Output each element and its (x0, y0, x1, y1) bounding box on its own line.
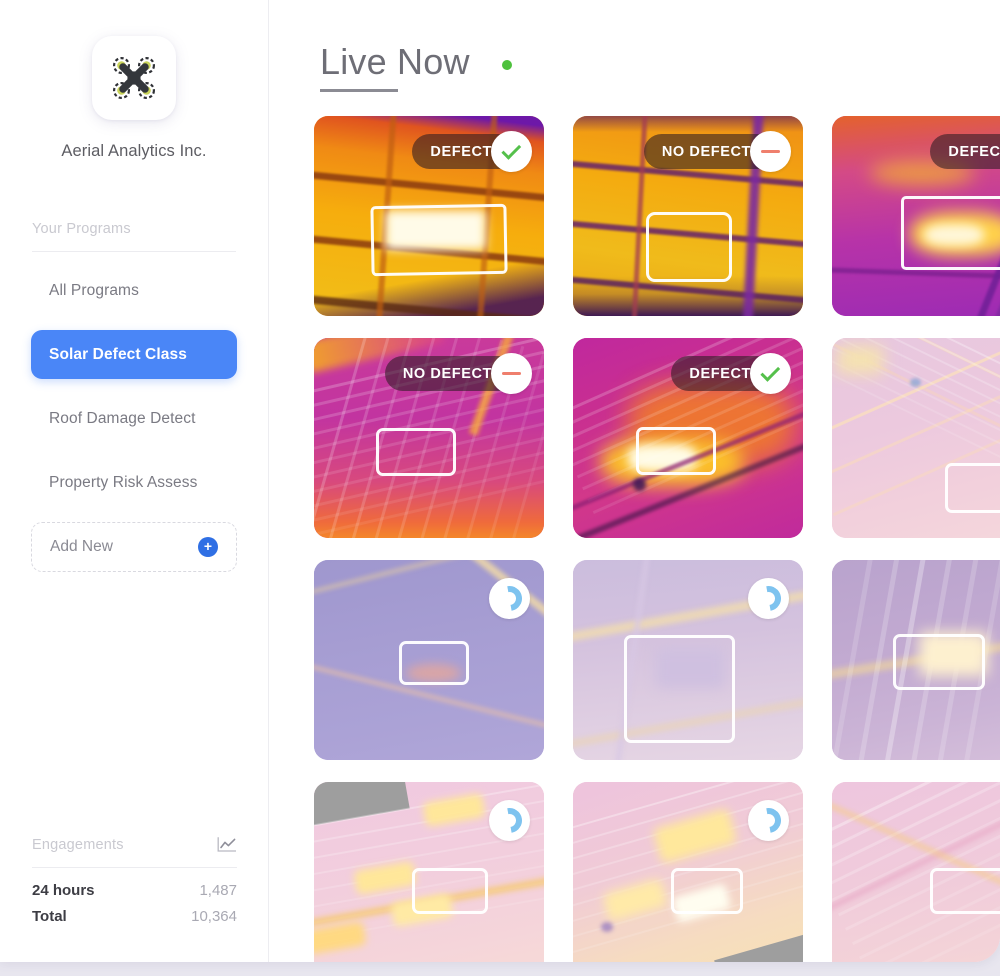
live-card-grid: DEFECT NO DEFECT DEFEC NO DEFECT DEFECT (314, 116, 1000, 962)
app-sheet: Aerial Analytics Inc. Your Programs All … (0, 0, 1000, 962)
live-card[interactable] (832, 782, 1000, 962)
live-status-dot (501, 59, 512, 70)
page-title: Live Now (320, 41, 470, 92)
sidebar-item-label: Property Risk Assess (49, 473, 198, 491)
program-nav: All Programs Solar Defect Class Roof Dam… (0, 266, 268, 507)
engagements-title: Engagements (32, 836, 124, 853)
detection-bounding-box (671, 868, 743, 914)
status-badge-label: NO DEFECT (661, 143, 751, 160)
live-card[interactable] (573, 560, 803, 760)
sidebar-item-property-risk-assess[interactable]: Property Risk Assess (31, 458, 237, 507)
sidebar-item-solar-defect-class[interactable]: Solar Defect Class (31, 330, 237, 379)
status-badge: DEFECT (930, 134, 1000, 169)
detection-bounding-box (930, 868, 1000, 914)
live-card[interactable]: DEFECT (832, 116, 1000, 316)
detection-bounding-box (646, 212, 732, 282)
spinner-icon (489, 800, 530, 841)
live-card[interactable]: NO DEFECT (314, 338, 544, 538)
live-card[interactable] (573, 782, 803, 962)
live-card[interactable] (832, 338, 1000, 538)
section-divider (32, 251, 236, 252)
detection-bounding-box (376, 428, 456, 476)
sidebar-item-label: Roof Damage Detect (49, 409, 196, 427)
engagements-row-value: 1,487 (199, 882, 237, 899)
sidebar-item-roof-damage-detect[interactable]: Roof Damage Detect (31, 394, 237, 443)
live-card[interactable]: DEFECT (573, 338, 803, 538)
brand-block: Aerial Analytics Inc. (0, 0, 268, 161)
engagements-panel: Engagements 24 hours 1,487 Total 10,364 (0, 836, 269, 934)
spinner-icon (748, 578, 789, 619)
sidebar-item-label: All Programs (49, 281, 139, 299)
status-badge-label: NO DEFECT (402, 365, 492, 382)
minus-icon (750, 131, 791, 172)
check-icon (491, 131, 532, 172)
page-header: Live Now (269, 0, 1000, 92)
engagements-header: Engagements (32, 836, 237, 853)
engagements-row-value: 10,364 (191, 908, 237, 925)
live-card[interactable] (314, 560, 544, 760)
status-badge-label: DEFECT (689, 365, 751, 382)
engagements-row-total: Total 10,364 (32, 908, 237, 925)
status-badge: NO DEFECT (643, 131, 791, 172)
add-new-button[interactable]: Add New + (31, 522, 237, 572)
drone-icon (92, 36, 176, 120)
status-badge: NO DEFECT (384, 353, 532, 394)
brand-name: Aerial Analytics Inc. (61, 142, 207, 160)
sidebar: Aerial Analytics Inc. Your Programs All … (0, 0, 269, 962)
detection-bounding-box (399, 641, 469, 685)
detection-bounding-box (893, 634, 985, 690)
add-new-label: Add New (50, 538, 113, 555)
title-underline (320, 89, 398, 92)
sidebar-item-all-programs[interactable]: All Programs (31, 266, 237, 315)
plus-icon[interactable]: + (198, 537, 218, 557)
status-badge-label: DEFECT (948, 143, 1000, 160)
main-content: Live Now DEFECT NO DEFECT DEFEC NO DEFEC… (269, 0, 1000, 962)
detection-bounding-box (370, 203, 508, 277)
detection-bounding-box (412, 868, 488, 914)
page-title-text: Live Now (320, 41, 470, 82)
detection-bounding-box (624, 635, 735, 743)
live-card[interactable] (832, 560, 1000, 760)
line-chart-icon[interactable] (217, 836, 237, 853)
engagements-row-key: Total (32, 908, 67, 925)
detection-bounding-box (945, 463, 1000, 513)
sidebar-item-label: Solar Defect Class (49, 345, 187, 363)
programs-section-label: Your Programs (32, 221, 131, 237)
live-card[interactable]: DEFECT (314, 116, 544, 316)
engagements-divider (32, 867, 237, 868)
check-icon (750, 353, 791, 394)
status-badge: DEFECT (412, 131, 532, 172)
live-card[interactable]: NO DEFECT (573, 116, 803, 316)
minus-icon (491, 353, 532, 394)
detection-bounding-box (901, 196, 1000, 270)
engagements-row-24-hours: 24 hours 1,487 (32, 882, 237, 899)
detection-bounding-box (636, 427, 716, 475)
live-card[interactable] (314, 782, 544, 962)
spinner-icon (489, 578, 530, 619)
app-root: Aerial Analytics Inc. Your Programs All … (0, 0, 1000, 976)
status-badge-label: DEFECT (430, 143, 492, 160)
status-badge: DEFECT (671, 353, 791, 394)
engagements-row-key: 24 hours (32, 882, 95, 899)
spinner-icon (748, 800, 789, 841)
